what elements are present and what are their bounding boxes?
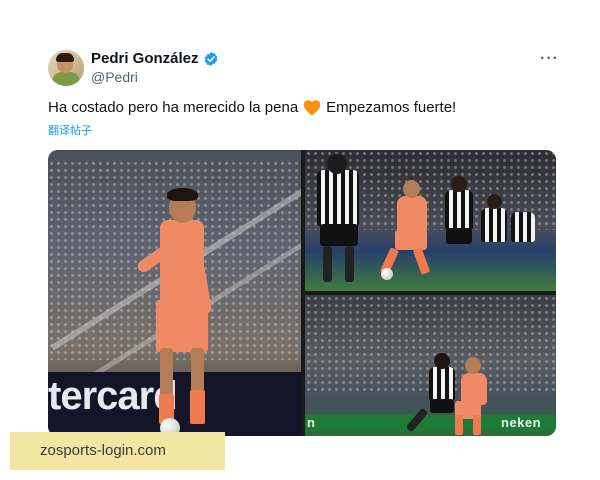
tweet-text-before: Ha costado pero ha merecido la pena [48, 99, 299, 116]
football [381, 268, 393, 280]
player-leg [160, 348, 173, 398]
avatar[interactable] [48, 50, 84, 86]
site-watermark: zosports-login.com [10, 432, 225, 470]
opponent-player-jersey [445, 190, 473, 230]
media-photo-main[interactable]: tercard [48, 150, 301, 436]
verified-badge-icon [204, 51, 217, 66]
author-name-row[interactable]: Pedri González [91, 50, 219, 67]
player-hair [167, 188, 198, 201]
opponent-player-shorts [430, 399, 454, 413]
tweet-text: Ha costado pero ha merecido la pena Empe… [48, 99, 456, 116]
opponent-player-leg [345, 246, 354, 282]
author-handle[interactable]: @Pedri [91, 69, 138, 85]
player-shorts [395, 230, 427, 250]
advertising-board-text: tercard [48, 374, 178, 418]
player-leg [191, 348, 204, 394]
media-photo-top-right[interactable] [305, 150, 556, 291]
site-watermark-text: zosports-login.com [40, 442, 166, 459]
player-sock [412, 247, 431, 275]
player-sock [455, 415, 463, 435]
media-grid: tercard n neken [48, 150, 556, 436]
avatar-hair [56, 53, 74, 62]
opponent-player-leg [323, 246, 332, 282]
avatar-shirt [52, 72, 80, 86]
opponent-player-shorts [446, 228, 472, 244]
player-shorts [156, 300, 208, 352]
opponent-player-head [451, 176, 467, 192]
media-photo-bottom-right[interactable]: n neken [305, 295, 556, 436]
opponent-player-jersey [429, 367, 455, 401]
player-jersey [160, 220, 204, 306]
advertising-strip-text: neken [501, 415, 542, 430]
author-name[interactable]: Pedri González [91, 50, 199, 67]
translate-post-link[interactable]: 翻译帖子 [48, 122, 92, 138]
tweet-card: Pedri González @Pedri ··· Ha costado per… [0, 0, 600, 480]
opponent-player-shorts [320, 224, 358, 246]
player-head [403, 180, 420, 198]
more-options-icon[interactable]: ··· [540, 50, 559, 68]
player-head [465, 357, 481, 374]
opponent-player-jersey [511, 212, 535, 242]
opponent-player-jersey [317, 170, 359, 226]
player-jersey [397, 196, 427, 234]
orange-heart-icon [303, 100, 321, 116]
opponent-player-head [327, 154, 347, 174]
opponent-player-head [434, 353, 450, 369]
player-sock [190, 390, 205, 424]
tweet-text-after: Empezamos fuerte! [326, 99, 457, 116]
opponent-player-jersey [481, 208, 507, 242]
player-sock [473, 415, 481, 435]
opponent-player-head [487, 194, 502, 209]
advertising-strip-text: n [307, 415, 316, 430]
